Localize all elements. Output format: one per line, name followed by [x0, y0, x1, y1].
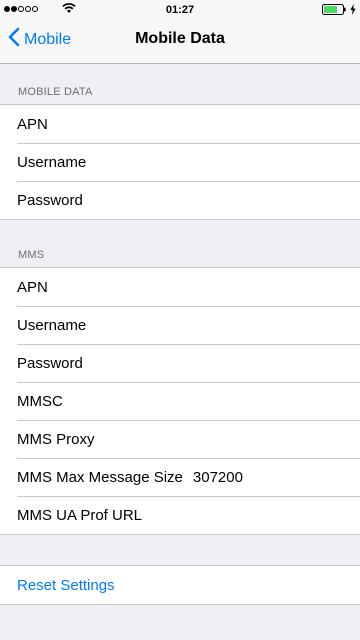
reset-group: Reset Settings [0, 565, 360, 605]
field-label: APN [17, 278, 48, 296]
clock: 01:27 [165, 4, 195, 16]
reset-settings-button[interactable]: Reset Settings [0, 566, 360, 604]
mms-ua-prof-url-field[interactable]: MMS UA Prof URL [0, 496, 360, 534]
field-label: MMS UA Prof URL [17, 506, 143, 524]
field-label: Username [17, 316, 87, 334]
mms-group: APN Username Password MMSC MMS Proxy MMS… [0, 267, 360, 535]
mms-apn-field[interactable]: APN [0, 268, 360, 306]
mobile-data-username-field[interactable]: Username [0, 143, 360, 181]
mms-username-field[interactable]: Username [0, 306, 360, 344]
mobile-data-password-field[interactable]: Password [0, 181, 360, 219]
field-label: MMS Max Message Size [17, 468, 183, 486]
field-label: Password [17, 354, 83, 372]
reset-settings-label: Reset Settings [17, 576, 115, 594]
mobile-data-group: APN Username Password [0, 104, 360, 220]
field-label: Username [17, 153, 87, 171]
mms-max-message-size-field[interactable]: MMS Max Message Size 307200 [0, 458, 360, 496]
section-header-mms: MMS [18, 249, 45, 261]
page-title: Mobile Data [135, 30, 225, 47]
field-label: MMS Proxy [17, 430, 95, 448]
mms-password-field[interactable]: Password [0, 344, 360, 382]
section-header-mobile-data: MOBILE DATA [18, 86, 93, 98]
charging-bolt-icon [350, 4, 356, 18]
mmsc-field[interactable]: MMSC [0, 382, 360, 420]
field-value[interactable]: 307200 [193, 469, 243, 486]
field-label: APN [17, 115, 48, 133]
mobile-data-apn-field[interactable]: APN [0, 105, 360, 143]
field-label: MMSC [17, 392, 63, 410]
status-bar: 01:27 [0, 0, 360, 20]
field-label: Password [17, 191, 83, 209]
battery-icon [322, 4, 346, 18]
mms-proxy-field[interactable]: MMS Proxy [0, 420, 360, 458]
navigation-bar: Mobile Mobile Data [0, 20, 360, 64]
